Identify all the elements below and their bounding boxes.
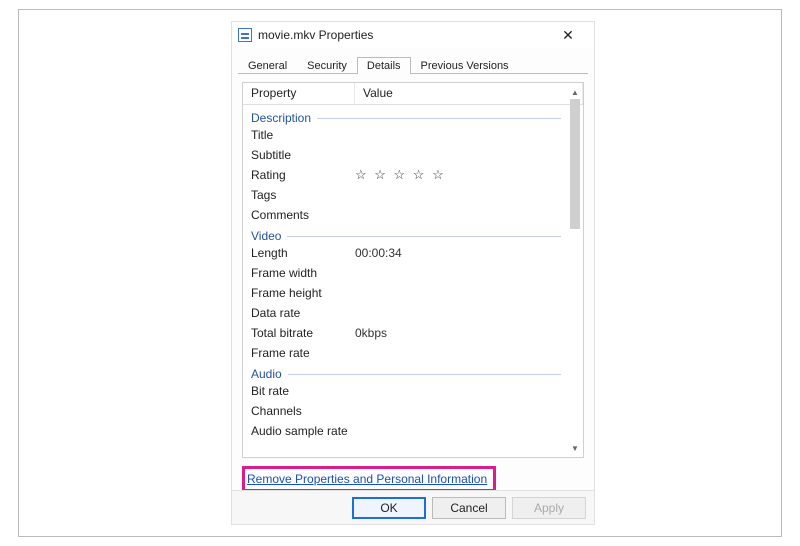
tab-general[interactable]: General — [238, 57, 297, 74]
prop-name: Tags — [251, 188, 355, 202]
list-item[interactable]: Data rate — [251, 303, 561, 323]
list-item[interactable]: Frame rate — [251, 343, 561, 363]
list-item[interactable]: Tags — [251, 185, 561, 205]
chevron-down-icon: ▼ — [571, 444, 579, 453]
chevron-up-icon: ▲ — [571, 88, 579, 97]
prop-value: 00:00:34 — [355, 246, 561, 260]
tab-label: General — [248, 60, 287, 72]
button-label: Cancel — [450, 501, 487, 515]
list-item[interactable]: Audio sample rate — [251, 421, 561, 441]
remove-properties-link[interactable]: Remove Properties and Personal Informati… — [247, 472, 487, 486]
group-header-audio: Audio — [251, 367, 561, 381]
list-item[interactable]: Frame width — [251, 263, 561, 283]
scroll-up-button[interactable]: ▲ — [569, 85, 581, 99]
prop-name: Length — [251, 246, 355, 260]
property-list: Property Value Description Title Subtitl… — [242, 82, 584, 458]
list-item[interactable]: Frame height — [251, 283, 561, 303]
list-item[interactable]: Title — [251, 125, 561, 145]
tab-label: Details — [367, 60, 401, 72]
list-header: Property Value — [243, 83, 583, 105]
group-label: Description — [251, 111, 317, 125]
scroll-down-button[interactable]: ▼ — [569, 441, 581, 455]
close-button[interactable]: ✕ — [548, 24, 588, 46]
window-title: movie.mkv Properties — [258, 28, 373, 42]
close-icon: ✕ — [562, 27, 574, 44]
col-value[interactable]: Value — [355, 83, 583, 104]
scrollbar: ▲ ▼ — [569, 85, 581, 455]
col-property[interactable]: Property — [243, 83, 355, 104]
prop-name: Subtitle — [251, 148, 355, 162]
titlebar: movie.mkv Properties ✕ — [232, 22, 594, 48]
properties-dialog: movie.mkv Properties ✕ General Security … — [231, 21, 595, 525]
group-header-description: Description — [251, 111, 561, 125]
prop-value: 0kbps — [355, 326, 561, 340]
remove-link-area: Remove Properties and Personal Informati… — [242, 466, 584, 492]
tab-label: Security — [307, 60, 347, 72]
tab-details[interactable]: Details — [357, 57, 411, 74]
group-divider — [287, 236, 561, 237]
group-label: Audio — [251, 367, 288, 381]
list-item[interactable]: Bit rate — [251, 381, 561, 401]
tab-previous-versions[interactable]: Previous Versions — [411, 57, 519, 74]
prop-name: Audio sample rate — [251, 424, 355, 438]
tab-label: Previous Versions — [421, 60, 509, 72]
prop-name: Title — [251, 128, 355, 142]
scroll-thumb[interactable] — [570, 99, 580, 229]
prop-name: Bit rate — [251, 384, 355, 398]
tab-security[interactable]: Security — [297, 57, 357, 74]
dialog-button-bar: OK Cancel Apply — [232, 490, 594, 524]
button-label: Apply — [534, 501, 564, 515]
group-label: Video — [251, 229, 287, 243]
file-icon — [238, 28, 252, 42]
rating-stars[interactable]: ☆ ☆ ☆ ☆ ☆ — [355, 167, 561, 183]
button-label: OK — [380, 501, 397, 515]
prop-name: Data rate — [251, 306, 355, 320]
apply-button[interactable]: Apply — [512, 497, 586, 519]
prop-name: Frame rate — [251, 346, 355, 360]
list-item[interactable]: Comments — [251, 205, 561, 225]
cancel-button[interactable]: Cancel — [432, 497, 506, 519]
prop-name: Comments — [251, 208, 355, 222]
list-item[interactable]: Subtitle — [251, 145, 561, 165]
scroll-track[interactable] — [569, 99, 581, 441]
group-divider — [317, 118, 561, 119]
group-header-video: Video — [251, 229, 561, 243]
list-item[interactable]: Total bitrate0kbps — [251, 323, 561, 343]
details-panel: Property Value Description Title Subtitl… — [242, 82, 584, 458]
list-item[interactable]: Length00:00:34 — [251, 243, 561, 263]
list-item[interactable]: Rating☆ ☆ ☆ ☆ ☆ — [251, 165, 561, 185]
prop-name: Total bitrate — [251, 326, 355, 340]
ok-button[interactable]: OK — [352, 497, 426, 519]
prop-name: Frame height — [251, 286, 355, 300]
highlight-box: Remove Properties and Personal Informati… — [242, 466, 496, 492]
group-divider — [288, 374, 561, 375]
canvas-border: movie.mkv Properties ✕ General Security … — [18, 9, 782, 537]
list-body: Description Title Subtitle Rating☆ ☆ ☆ ☆… — [243, 105, 569, 457]
prop-name: Channels — [251, 404, 355, 418]
list-item[interactable]: Channels — [251, 401, 561, 421]
tab-bar: General Security Details Previous Versio… — [238, 52, 588, 74]
prop-name: Rating — [251, 168, 355, 182]
prop-name: Frame width — [251, 266, 355, 280]
